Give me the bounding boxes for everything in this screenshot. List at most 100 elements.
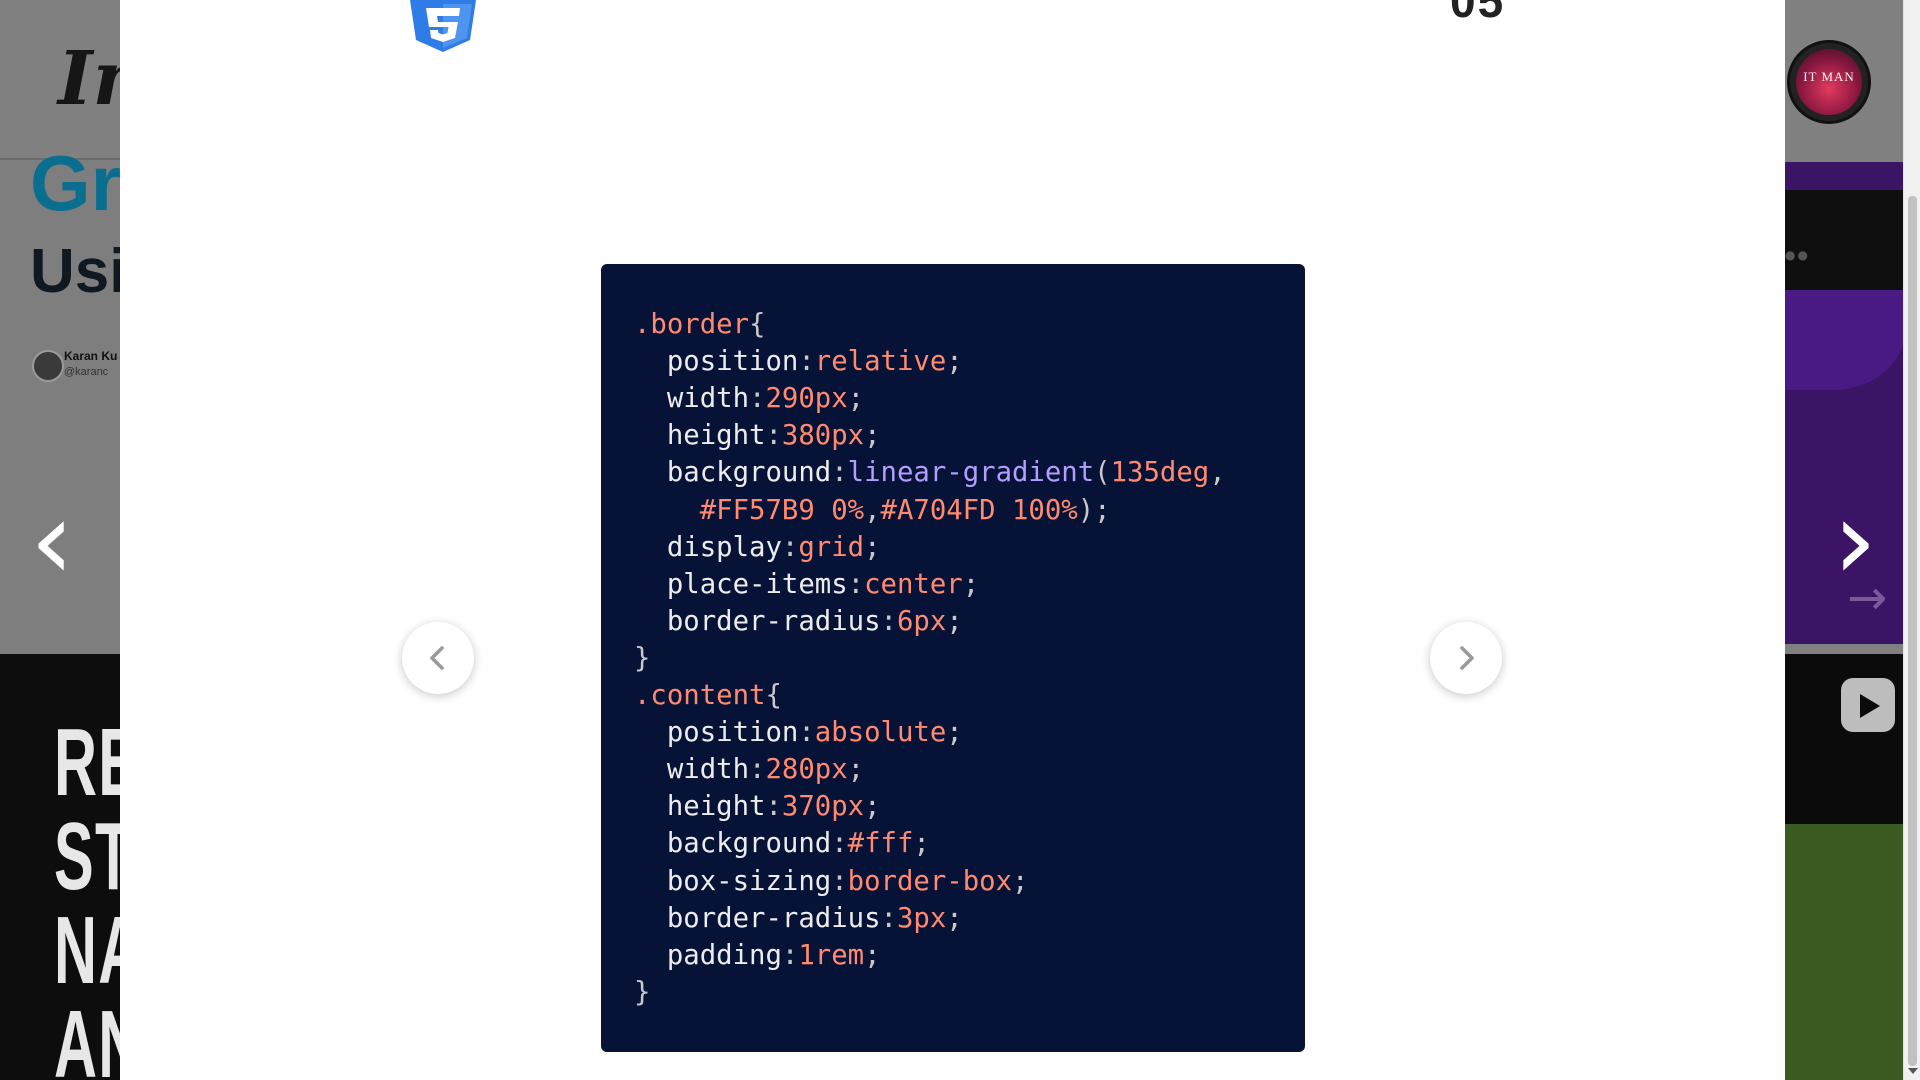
scrollbar-thumb[interactable] bbox=[1908, 196, 1917, 1066]
background-arrow-right-icon: → bbox=[1847, 570, 1888, 626]
reels-play-icon bbox=[1860, 694, 1880, 718]
code-token: 6px bbox=[896, 605, 947, 637]
code-token: 380px bbox=[781, 420, 865, 452]
code-token: width bbox=[634, 754, 750, 786]
prev-slide-button[interactable] bbox=[402, 622, 474, 694]
code-token: center bbox=[864, 568, 963, 600]
code-token: } bbox=[634, 642, 651, 674]
code-token: position bbox=[634, 717, 799, 749]
code-token: width bbox=[634, 383, 750, 415]
slide-number: 05 bbox=[1450, 0, 1506, 27]
background-page-left: In Gr Usi Karan Ku @karanc ‹ RE ST NA AN bbox=[0, 0, 120, 1080]
code-token: display bbox=[634, 531, 782, 563]
code-token: place-items bbox=[634, 568, 848, 600]
code-line: box-sizing:border-box; bbox=[634, 864, 1029, 900]
code-line: .border{ bbox=[634, 307, 765, 343]
profile-avatar[interactable]: IT MAN bbox=[1787, 40, 1871, 124]
next-slide-button[interactable] bbox=[1430, 622, 1502, 694]
code-line: .content{ bbox=[634, 678, 782, 714]
code-token: border-radius bbox=[634, 902, 881, 934]
code-token: height bbox=[634, 791, 766, 823]
code-line: #FF57B9 0%,#A704FD 100%); bbox=[634, 493, 1111, 529]
code-line: width:290px; bbox=[634, 381, 864, 417]
code-token: #FF57B9 0% bbox=[634, 494, 865, 526]
code-token: { bbox=[749, 309, 766, 340]
code-token: ; bbox=[946, 717, 963, 749]
code-token: .border bbox=[634, 309, 750, 340]
code-token: ); bbox=[1077, 494, 1111, 526]
code-token: padding bbox=[634, 939, 782, 971]
background-prev-arrow-icon[interactable]: ‹ bbox=[30, 485, 74, 595]
article-title-line1: Gr bbox=[30, 139, 120, 227]
background-grass-image bbox=[1785, 824, 1905, 1080]
code-line: border-radius:3px; bbox=[634, 901, 963, 937]
code-token: #A704FD 100% bbox=[880, 494, 1078, 526]
code-token: 1rem bbox=[798, 939, 865, 971]
code-token: background bbox=[634, 457, 832, 489]
code-line: height:370px; bbox=[634, 789, 881, 825]
code-token: : bbox=[880, 605, 897, 637]
author-avatar bbox=[32, 350, 64, 382]
code-token: ; bbox=[847, 754, 865, 786]
code-token: 370px bbox=[781, 791, 865, 823]
code-token: position bbox=[634, 346, 799, 378]
code-token: grid bbox=[798, 531, 865, 563]
code-token: ; bbox=[946, 902, 963, 934]
code-token: ; bbox=[847, 383, 865, 415]
code-line: padding:1rem; bbox=[634, 938, 881, 974]
code-token: , bbox=[1209, 457, 1226, 489]
profile-avatar-text: IT MAN bbox=[1803, 69, 1855, 84]
code-token: 290px bbox=[765, 383, 848, 415]
code-snippet-card: .border{ position:relative; width:290px;… bbox=[601, 264, 1305, 1052]
code-token: { bbox=[765, 680, 782, 711]
code-token: ; bbox=[962, 568, 980, 600]
code-token: : bbox=[847, 568, 865, 600]
code-token: ; bbox=[946, 346, 963, 378]
code-token: : bbox=[831, 865, 848, 897]
background-page-right: IT MAN ●● › → bbox=[1785, 0, 1905, 1080]
code-token: : bbox=[749, 383, 766, 415]
page-scrollbar[interactable] bbox=[1903, 0, 1920, 1080]
code-token: height bbox=[634, 420, 766, 452]
code-line: } bbox=[634, 641, 650, 677]
code-token: : bbox=[781, 939, 799, 971]
code-line: place-items:center; bbox=[634, 567, 979, 603]
code-token: , bbox=[864, 494, 881, 526]
code-line: background:#fff; bbox=[634, 826, 930, 862]
article-title-line2: Usi bbox=[30, 237, 120, 306]
css3-logo-icon bbox=[410, 0, 476, 52]
code-token: border-box bbox=[847, 865, 1012, 897]
code-line: height:380px; bbox=[634, 418, 881, 454]
code-token: : bbox=[765, 791, 782, 823]
author-handle: @karanc bbox=[64, 366, 109, 378]
code-line: width:280px; bbox=[634, 752, 864, 788]
code-token: ; bbox=[946, 605, 963, 637]
code-token: ; bbox=[1012, 865, 1029, 897]
code-token: absolute bbox=[814, 717, 947, 749]
code-token: : bbox=[765, 420, 782, 452]
chevron-left-icon bbox=[430, 646, 444, 670]
code-token: border-radius bbox=[634, 605, 881, 637]
scrollbar-down-arrow-icon[interactable] bbox=[1908, 1068, 1918, 1074]
code-line: } bbox=[634, 975, 650, 1011]
code-line: border-radius:6px; bbox=[634, 604, 963, 640]
code-token: #fff bbox=[847, 828, 914, 860]
code-token: : bbox=[880, 902, 897, 934]
code-token: 280px bbox=[765, 754, 848, 786]
background-poster-text: RE ST NA AN bbox=[54, 709, 120, 1080]
code-token: ; bbox=[864, 531, 881, 563]
code-line: position:relative; bbox=[634, 344, 963, 380]
code-token: : bbox=[781, 531, 799, 563]
code-token: : bbox=[798, 717, 815, 749]
code-line: position:absolute; bbox=[634, 715, 963, 751]
code-token: .content bbox=[634, 680, 766, 711]
code-token: ( bbox=[1094, 457, 1111, 489]
site-logo: In bbox=[58, 36, 120, 122]
code-token: ; bbox=[913, 828, 930, 860]
code-token: ; bbox=[864, 420, 881, 452]
code-token: 135deg bbox=[1110, 457, 1210, 489]
background-dark-bar bbox=[1785, 190, 1905, 290]
code-token: background bbox=[634, 828, 832, 860]
code-line: background:linear-gradient(135deg, bbox=[634, 455, 1226, 491]
code-token: : bbox=[831, 457, 848, 489]
